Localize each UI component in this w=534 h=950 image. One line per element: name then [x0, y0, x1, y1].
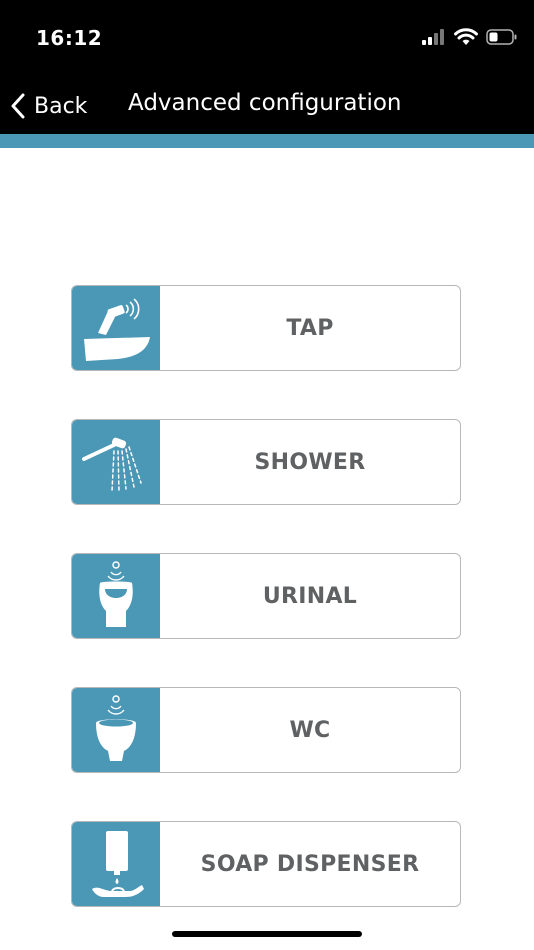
wc-button[interactable]: WC: [71, 687, 461, 773]
navigation-bar: Back Advanced configuration: [0, 80, 534, 134]
tap-button[interactable]: TAP: [71, 285, 461, 371]
accent-bar: [0, 134, 534, 148]
cellular-signal-icon: [422, 29, 444, 45]
urinal-button[interactable]: URINAL: [71, 553, 461, 639]
back-button[interactable]: Back: [10, 86, 87, 126]
wc-icon: [72, 688, 160, 772]
shower-icon: [72, 420, 160, 504]
shower-label: SHOWER: [254, 449, 366, 475]
wc-label: WC: [289, 717, 331, 743]
home-indicator: [172, 931, 362, 937]
urinal-label: URINAL: [262, 583, 358, 609]
soap-dispenser-icon: [72, 822, 160, 906]
tap-label: TAP: [286, 315, 334, 341]
tap-icon: [72, 286, 160, 370]
battery-icon: [486, 29, 517, 45]
back-label: Back: [34, 93, 88, 119]
status-icons: [422, 28, 518, 46]
device-type-list: TAP SHOWER URINAL WC SOAP DISPENSER: [71, 285, 463, 907]
soap-dispenser-label: SOAP DISPENSER: [200, 851, 420, 877]
soap-dispenser-button[interactable]: SOAP DISPENSER: [71, 821, 461, 907]
urinal-icon: [72, 554, 160, 638]
shower-button[interactable]: SHOWER: [71, 419, 461, 505]
chevron-left-icon: [11, 93, 25, 119]
status-bar: 16:12: [0, 0, 534, 80]
status-time: 16:12: [36, 26, 103, 50]
page-title: Advanced configuration: [128, 90, 402, 116]
wifi-icon: [454, 28, 478, 45]
